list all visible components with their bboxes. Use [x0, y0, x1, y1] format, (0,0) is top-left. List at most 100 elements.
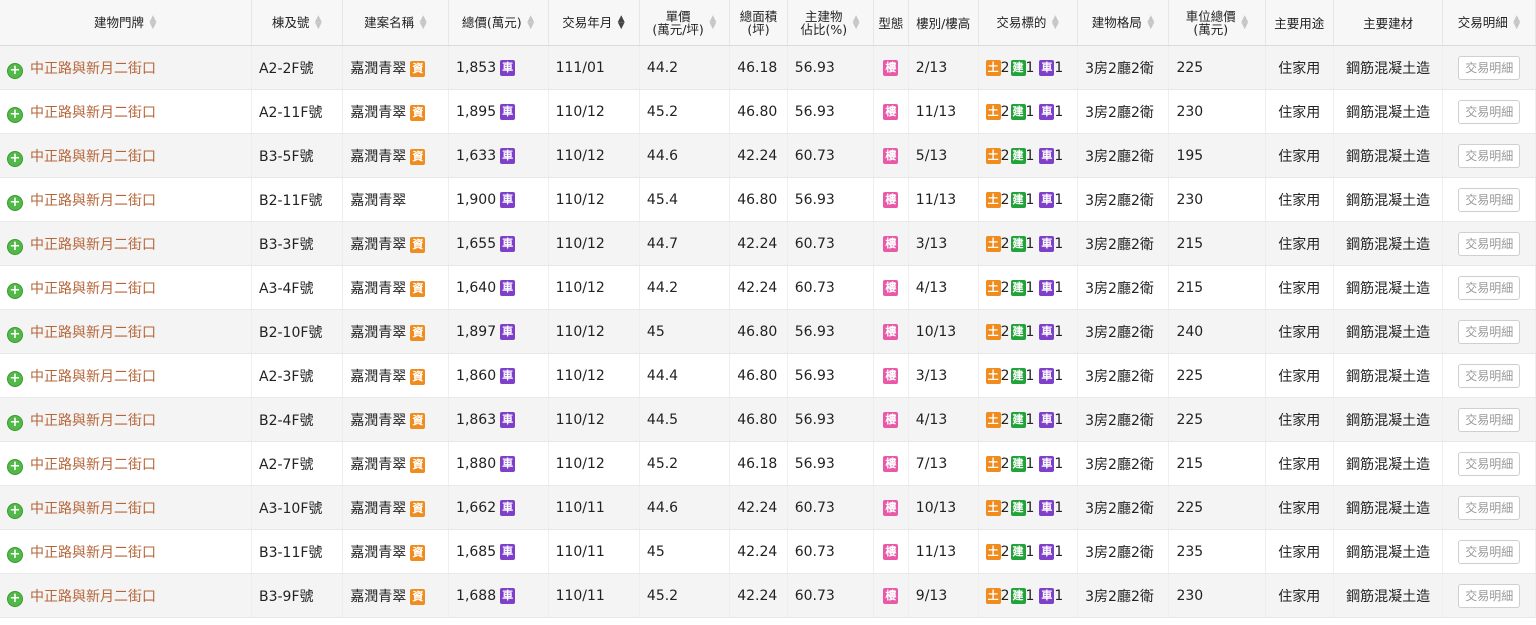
column-header[interactable]: 建物門牌 ▲ ▼ [0, 0, 252, 46]
sort-icon[interactable]: ▲ ▼ [617, 14, 625, 30]
parking-badge-icon[interactable]: 車 [500, 455, 516, 472]
expand-plus-icon[interactable]: + [8, 151, 22, 166]
land-count: 2 [1000, 59, 1010, 76]
address-link[interactable]: 中正路與新月二街口 [30, 149, 156, 165]
detail-button[interactable]: 交易明細 [1458, 55, 1521, 80]
expand-plus-icon[interactable]: + [8, 195, 22, 210]
address-link[interactable]: 中正路與新月二街口 [30, 589, 156, 605]
parking-badge-icon[interactable]: 車 [500, 103, 516, 120]
parking-badge-icon[interactable]: 車 [500, 191, 516, 208]
expand-plus-icon[interactable]: + [8, 283, 22, 298]
address-link[interactable]: 中正路與新月二街口 [30, 325, 156, 341]
expand-plus-icon[interactable]: + [8, 107, 22, 122]
expand-plus-icon[interactable]: + [8, 503, 22, 518]
main-building-ratio: 60.73 [794, 147, 835, 164]
info-badge-icon[interactable]: 資 [410, 412, 426, 429]
unit-text: B2-10F號 [258, 324, 323, 341]
info-badge-icon[interactable]: 資 [410, 456, 426, 473]
address-link[interactable]: 中正路與新月二街口 [30, 369, 156, 385]
expand-plus-icon[interactable]: + [8, 459, 22, 474]
parking-price-cell: 230 [1168, 89, 1266, 134]
address-link[interactable]: 中正路與新月二街口 [30, 413, 156, 429]
detail-button[interactable]: 交易明細 [1458, 451, 1521, 476]
layout-cell: 3房2廳2衛 [1077, 89, 1170, 134]
parking-badge-icon[interactable]: 車 [500, 323, 516, 340]
info-badge-icon[interactable]: 資 [410, 544, 426, 561]
info-badge-icon[interactable]: 資 [410, 60, 426, 77]
expand-plus-icon[interactable]: + [8, 327, 22, 342]
expand-plus-icon[interactable]: + [8, 63, 22, 78]
parking-badge-icon[interactable]: 車 [500, 59, 516, 76]
layout-cell: 3房2廳2衛 [1077, 45, 1170, 90]
parking-badge-icon[interactable]: 車 [500, 411, 516, 428]
column-header[interactable]: 單價 (萬元/坪) ▲ ▼ [639, 0, 731, 46]
expand-plus-icon[interactable]: + [8, 591, 22, 606]
parking-count: 1 [1054, 59, 1064, 76]
info-badge-icon[interactable]: 資 [410, 148, 426, 165]
column-header[interactable]: 主建物 佔比(%) ▲ ▼ [787, 0, 874, 46]
info-badge-icon[interactable]: 資 [410, 104, 426, 121]
column-header[interactable]: 交易標的 ▲ ▼ [978, 0, 1079, 46]
parking-badge-icon[interactable]: 車 [500, 279, 516, 296]
info-badge-icon[interactable]: 資 [410, 324, 426, 341]
info-badge-icon[interactable]: 資 [410, 236, 426, 253]
parking-badge-icon[interactable]: 車 [500, 367, 516, 384]
detail-button[interactable]: 交易明細 [1458, 275, 1521, 300]
address-link[interactable]: 中正路與新月二街口 [30, 105, 156, 121]
info-badge-icon[interactable]: 資 [410, 500, 426, 517]
sort-icon[interactable]: ▲ ▼ [709, 14, 717, 30]
sort-icon[interactable]: ▲ ▼ [527, 14, 535, 30]
address-link[interactable]: 中正路與新月二街口 [30, 61, 156, 77]
address-link[interactable]: 中正路與新月二街口 [30, 193, 156, 209]
land-badge-icon: 土 [985, 455, 1001, 472]
address-link[interactable]: 中正路與新月二街口 [30, 237, 156, 253]
column-header[interactable]: 建案名稱 ▲ ▼ [342, 0, 450, 46]
sort-icon[interactable]: ▲ ▼ [314, 14, 322, 30]
detail-button[interactable]: 交易明細 [1458, 187, 1521, 212]
info-badge-icon[interactable]: 資 [410, 588, 426, 605]
column-header[interactable]: 交易年月 ▲ ▼ [548, 0, 640, 46]
detail-button[interactable]: 交易明細 [1458, 143, 1521, 168]
address-link[interactable]: 中正路與新月二街口 [30, 545, 156, 561]
project-cell: 嘉潤青翠資 [342, 485, 450, 530]
parking-badge-icon[interactable]: 車 [500, 235, 516, 252]
detail-button[interactable]: 交易明細 [1458, 583, 1521, 608]
sort-icon[interactable]: ▲ ▼ [149, 14, 157, 30]
detail-button[interactable]: 交易明細 [1458, 539, 1521, 564]
column-header[interactable]: 交易明細 ▲ ▼ [1442, 0, 1536, 46]
detail-button[interactable]: 交易明細 [1458, 231, 1521, 256]
detail-button[interactable]: 交易明細 [1458, 99, 1521, 124]
column-header[interactable]: 車位總價 (萬元) ▲ ▼ [1168, 0, 1266, 46]
detail-button[interactable]: 交易明細 [1458, 495, 1521, 520]
info-badge-icon[interactable]: 資 [410, 280, 426, 297]
parking-badge-icon[interactable]: 車 [500, 543, 516, 560]
info-badge-icon[interactable]: 資 [410, 368, 426, 385]
detail-button[interactable]: 交易明細 [1458, 319, 1521, 344]
column-header: 主要用途 [1265, 0, 1334, 46]
detail-button[interactable]: 交易明細 [1458, 407, 1521, 432]
use-cell: 住家用 [1265, 397, 1334, 442]
address-link[interactable]: 中正路與新月二街口 [30, 281, 156, 297]
detail-button[interactable]: 交易明細 [1458, 363, 1521, 388]
column-header[interactable]: 建物格局 ▲ ▼ [1077, 0, 1170, 46]
expand-plus-icon[interactable]: + [8, 239, 22, 254]
sort-icon[interactable]: ▲ ▼ [419, 14, 427, 30]
address-link[interactable]: 中正路與新月二街口 [30, 457, 156, 473]
column-header[interactable]: 棟及號 ▲ ▼ [251, 0, 344, 46]
sort-icon[interactable]: ▲ ▼ [1051, 14, 1059, 30]
column-header-text: 總價(萬元) [461, 15, 522, 31]
column-header-label: 型態 [878, 17, 903, 30]
header-row: 建物門牌 ▲ ▼ 棟及號 ▲ ▼ 建案名稱 ▲ ▼ 總價(萬元) ▲ ▼ 交易年月 ▲ ▼ 單價 (萬元/坪) ▲… [0, 0, 1536, 46]
parking-badge-icon[interactable]: 車 [500, 499, 516, 516]
expand-plus-icon[interactable]: + [8, 415, 22, 430]
column-header[interactable]: 總價(萬元) ▲ ▼ [448, 0, 549, 46]
sort-icon[interactable]: ▲ ▼ [1147, 14, 1155, 30]
parking-badge-icon[interactable]: 車 [500, 147, 516, 164]
expand-plus-icon[interactable]: + [8, 371, 22, 386]
sort-icon[interactable]: ▲ ▼ [1513, 14, 1521, 30]
address-link[interactable]: 中正路與新月二街口 [30, 501, 156, 517]
expand-plus-icon[interactable]: + [8, 547, 22, 562]
parking-badge-icon[interactable]: 車 [500, 587, 516, 604]
sort-icon[interactable]: ▲ ▼ [1241, 14, 1249, 30]
sort-icon[interactable]: ▲ ▼ [852, 14, 860, 30]
